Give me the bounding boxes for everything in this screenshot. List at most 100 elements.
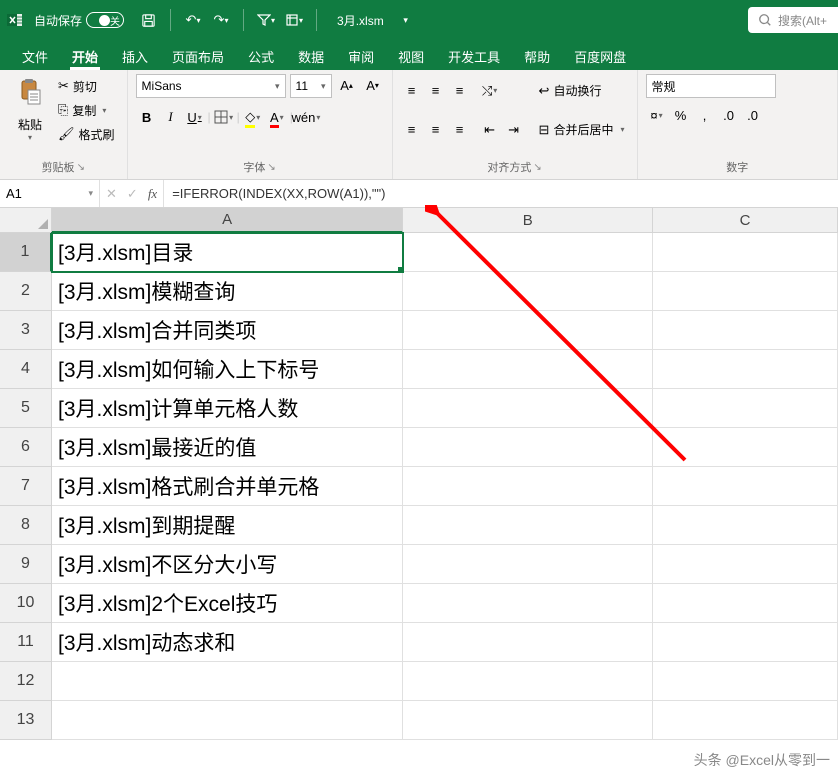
tab-home[interactable]: 开始 <box>60 42 110 70</box>
cell[interactable]: [3月.xlsm]计算单元格人数 <box>52 389 403 428</box>
qat-undo-icon[interactable]: ↶▾ <box>181 8 205 32</box>
font-dialog-launcher[interactable]: ↘ <box>267 162 275 173</box>
italic-button[interactable]: I <box>160 106 182 128</box>
name-box[interactable]: A1▾ <box>0 180 100 207</box>
tab-baidu[interactable]: 百度网盘 <box>562 42 638 70</box>
tab-formulas[interactable]: 公式 <box>236 42 286 70</box>
row-header[interactable]: 13 <box>0 701 52 740</box>
decrease-font-icon[interactable]: A▾ <box>362 74 384 96</box>
increase-indent-icon[interactable]: ⇥ <box>503 119 525 141</box>
row-header[interactable]: 5 <box>0 389 52 428</box>
cell[interactable] <box>403 545 653 584</box>
cell[interactable] <box>403 272 653 311</box>
cell[interactable]: [3月.xlsm]动态求和 <box>52 623 403 662</box>
percent-icon[interactable]: % <box>670 104 692 126</box>
tab-insert[interactable]: 插入 <box>110 42 160 70</box>
cell[interactable] <box>52 701 403 740</box>
align-left-icon[interactable]: ≡ <box>401 119 423 141</box>
search-box[interactable]: 搜索(Alt+ <box>748 7 838 33</box>
cell[interactable] <box>653 506 838 545</box>
row-header[interactable]: 3 <box>0 311 52 350</box>
cell[interactable] <box>403 662 653 701</box>
cell[interactable] <box>403 233 653 272</box>
qat-save-icon[interactable] <box>136 8 160 32</box>
cell[interactable] <box>653 389 838 428</box>
paste-button[interactable]: 粘贴 ▾ <box>8 74 52 146</box>
increase-decimal-icon[interactable]: .0 <box>718 104 740 126</box>
row-header[interactable]: 9 <box>0 545 52 584</box>
cell[interactable] <box>653 623 838 662</box>
cell[interactable] <box>653 428 838 467</box>
cell[interactable] <box>52 662 403 701</box>
tab-help[interactable]: 帮助 <box>512 42 562 70</box>
autosave-toggle[interactable]: 自动保存 关 <box>34 12 124 29</box>
cell[interactable] <box>653 545 838 584</box>
bold-button[interactable]: B <box>136 106 158 128</box>
align-right-icon[interactable]: ≡ <box>449 119 471 141</box>
cell[interactable] <box>653 662 838 701</box>
qat-filter-icon[interactable]: ▾ <box>254 8 278 32</box>
tab-page-layout[interactable]: 页面布局 <box>160 42 236 70</box>
clipboard-dialog-launcher[interactable]: ↘ <box>77 162 85 173</box>
number-format-combo[interactable]: 常规 <box>646 74 776 98</box>
cell[interactable]: [3月.xlsm]合并同类项 <box>52 311 403 350</box>
col-header-b[interactable]: B <box>403 208 653 233</box>
cell[interactable] <box>653 701 838 740</box>
row-header[interactable]: 6 <box>0 428 52 467</box>
cell[interactable]: [3月.xlsm]格式刷合并单元格 <box>52 467 403 506</box>
cell[interactable] <box>653 467 838 506</box>
row-header[interactable]: 2 <box>0 272 52 311</box>
tab-review[interactable]: 审阅 <box>336 42 386 70</box>
cancel-formula-icon[interactable]: ✕ <box>106 186 117 202</box>
cell[interactable] <box>653 233 838 272</box>
alignment-dialog-launcher[interactable]: ↘ <box>533 162 541 173</box>
font-color-button[interactable]: A▾ <box>266 106 288 128</box>
cell[interactable]: [3月.xlsm]模糊查询 <box>52 272 403 311</box>
qat-redo-icon[interactable]: ↷▾ <box>209 8 233 32</box>
cell[interactable] <box>403 389 653 428</box>
cell[interactable]: [3月.xlsm]到期提醒 <box>52 506 403 545</box>
cell[interactable]: [3月.xlsm]不区分大小写 <box>52 545 403 584</box>
row-header[interactable]: 12 <box>0 662 52 701</box>
tab-view[interactable]: 视图 <box>386 42 436 70</box>
row-header[interactable]: 8 <box>0 506 52 545</box>
fill-color-button[interactable]: ◇▾ <box>242 106 264 128</box>
tab-data[interactable]: 数据 <box>286 42 336 70</box>
cell[interactable] <box>403 350 653 389</box>
cell[interactable] <box>653 584 838 623</box>
align-top-icon[interactable]: ≡ <box>401 80 423 102</box>
cell[interactable] <box>403 428 653 467</box>
row-header[interactable]: 11 <box>0 623 52 662</box>
cell[interactable]: [3月.xlsm]如何输入上下标号 <box>52 350 403 389</box>
align-middle-icon[interactable]: ≡ <box>425 80 447 102</box>
col-header-a[interactable]: A <box>52 208 403 233</box>
comma-icon[interactable]: , <box>694 104 716 126</box>
phonetic-button[interactable]: wén▾ <box>295 106 317 128</box>
cell[interactable] <box>403 701 653 740</box>
decrease-decimal-icon[interactable]: .0 <box>742 104 764 126</box>
cell[interactable] <box>653 272 838 311</box>
cell[interactable]: [3月.xlsm]目录 <box>52 233 403 272</box>
cell[interactable] <box>403 506 653 545</box>
col-header-c[interactable]: C <box>653 208 838 233</box>
format-painter-button[interactable]: 🖌格式刷 <box>54 123 119 145</box>
select-all-corner[interactable] <box>0 208 52 233</box>
decrease-indent-icon[interactable]: ⇤ <box>479 119 501 141</box>
wrap-text-button[interactable]: ↩自动换行 <box>535 80 629 102</box>
underline-button[interactable]: U▾ <box>184 106 206 128</box>
currency-icon[interactable]: ¤▾ <box>646 104 668 126</box>
tab-developer[interactable]: 开发工具 <box>436 42 512 70</box>
confirm-formula-icon[interactable]: ✓ <box>127 186 138 202</box>
cell[interactable] <box>403 311 653 350</box>
merge-center-button[interactable]: ⊟合并后居中▾ <box>535 119 629 141</box>
cell[interactable] <box>653 311 838 350</box>
borders-button[interactable]: ▾ <box>213 106 235 128</box>
cut-button[interactable]: ✂剪切 <box>54 75 119 97</box>
cell[interactable] <box>653 350 838 389</box>
font-size-combo[interactable]: 11▾ <box>290 74 332 98</box>
qat-sheet-icon[interactable]: ▾ <box>282 8 306 32</box>
sheet-grid[interactable]: A B C 1[3月.xlsm]目录2[3月.xlsm]模糊查询3[3月.xls… <box>0 208 838 740</box>
cell[interactable] <box>403 467 653 506</box>
row-header[interactable]: 10 <box>0 584 52 623</box>
cell[interactable] <box>403 584 653 623</box>
